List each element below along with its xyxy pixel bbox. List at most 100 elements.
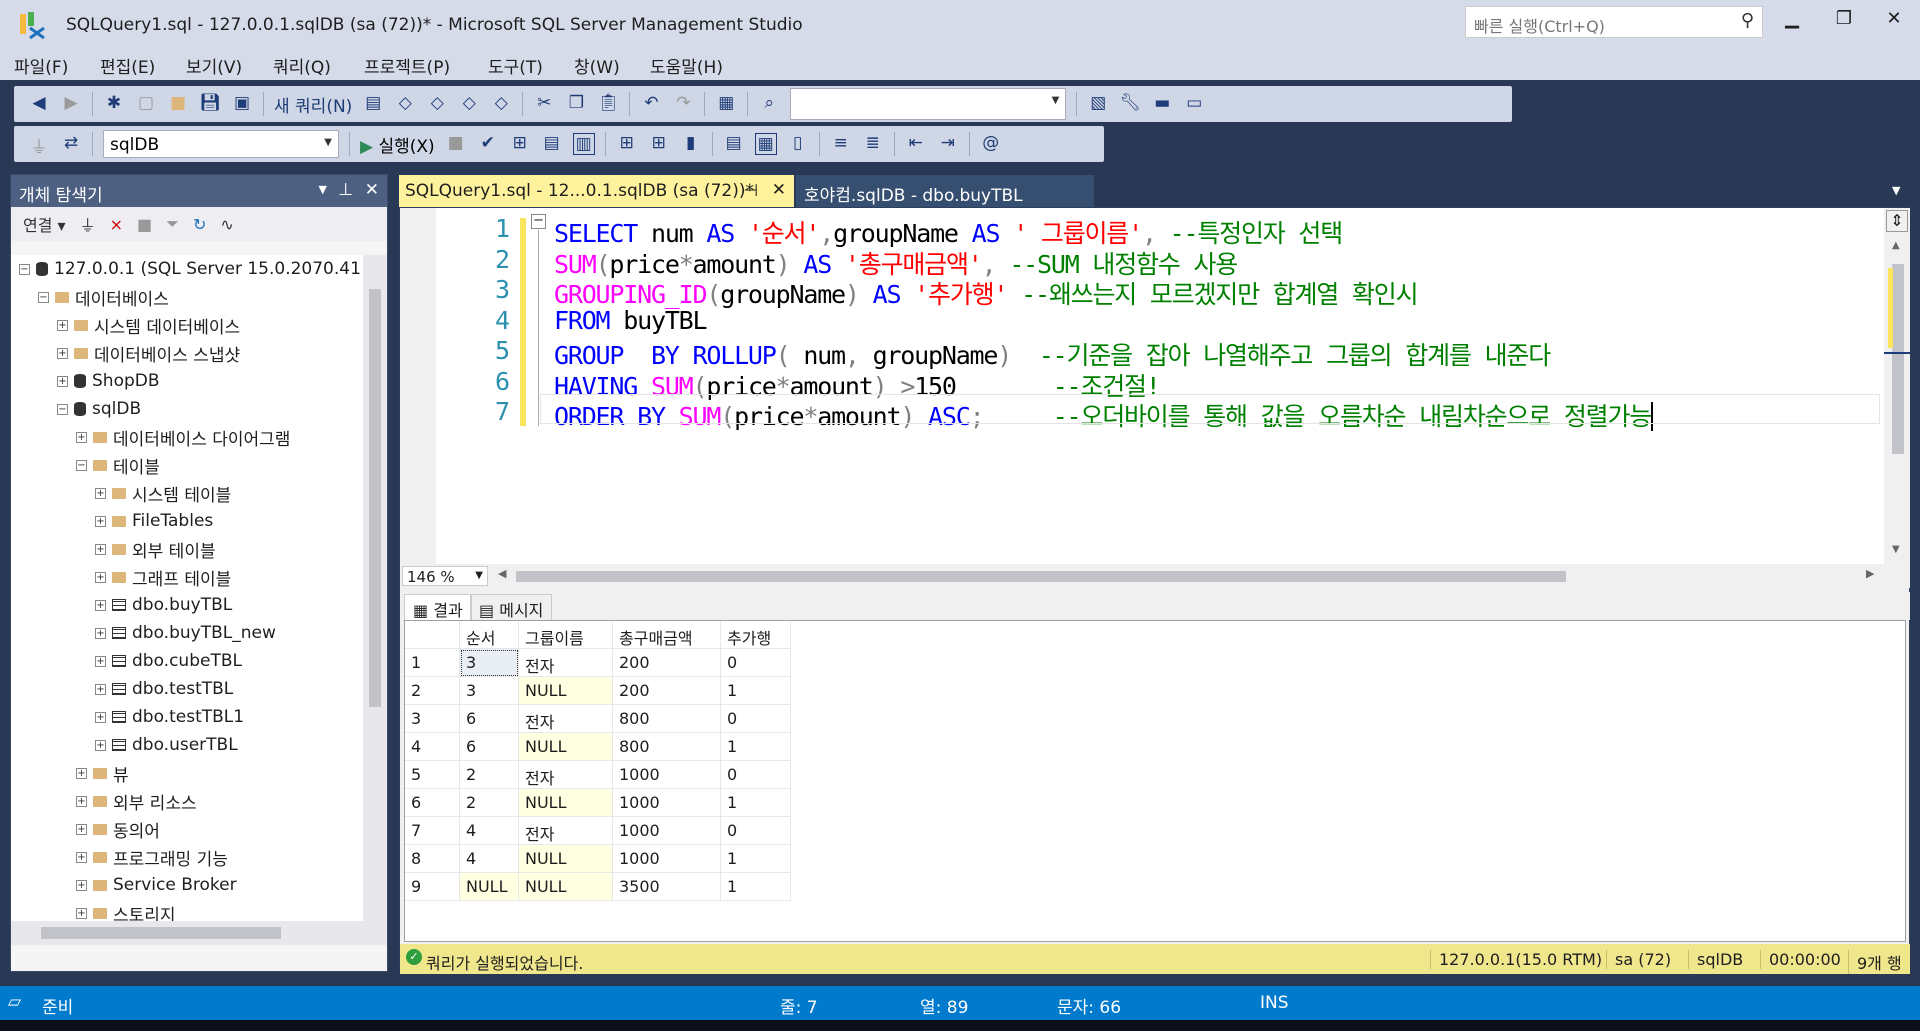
row-header[interactable]: 9 [405, 873, 460, 901]
collapse-icon[interactable]: − [19, 263, 30, 275]
row-header[interactable]: 6 [405, 789, 460, 817]
scroll-right-icon[interactable]: ▶ [1866, 567, 1874, 580]
tree-node[interactable]: + dbo.cubeTBL [95, 647, 242, 675]
expand-icon[interactable]: + [76, 767, 87, 779]
grid-cell[interactable]: 200 [613, 649, 721, 677]
dax-query-icon[interactable]: ◇ [490, 93, 512, 115]
results-to-text-icon[interactable]: ▤ [723, 133, 745, 155]
connect-icon[interactable]: ⏚ [28, 133, 50, 158]
grid-cell[interactable]: 4 [460, 845, 519, 873]
grid-cell[interactable]: NULL [519, 677, 613, 705]
tree-node[interactable]: + dbo.testTBL [95, 675, 233, 703]
tree-node[interactable]: + dbo.testTBL1 [95, 703, 244, 731]
open-file-icon[interactable]: ■ [167, 93, 189, 115]
add-item-icon[interactable]: ▢ [135, 93, 157, 115]
column-header[interactable]: 순서 [460, 621, 519, 649]
grid-cell[interactable]: NULL [460, 873, 519, 901]
grid-cell[interactable]: 800 [613, 733, 721, 761]
grid-cell[interactable]: 1 [721, 845, 791, 873]
column-header[interactable]: 그룹이름 [519, 621, 613, 649]
grid-cell[interactable]: NULL [519, 789, 613, 817]
row-header[interactable]: 4 [405, 733, 460, 761]
display-plan-icon[interactable]: ⊞ [509, 133, 531, 155]
editor-vertical-scrollbar[interactable]: ⇕ ▲ ▼ [1884, 208, 1910, 564]
include-plan-icon[interactable]: ⊞ [616, 133, 638, 155]
comment-icon[interactable]: ≡ [830, 133, 852, 155]
grid-cell[interactable]: 1000 [613, 761, 721, 789]
tree-node[interactable]: + Service Broker [76, 871, 237, 899]
new-project-icon[interactable]: ✱ [103, 93, 125, 115]
increase-indent-icon[interactable]: ⇥ [937, 133, 959, 155]
save-icon[interactable]: 💾︎ [199, 93, 221, 115]
grid-cell[interactable]: NULL [519, 873, 613, 901]
close-tab-icon[interactable]: ✕ [772, 180, 786, 200]
collapse-icon[interactable]: − [38, 291, 49, 303]
tree-horizontal-scrollbar[interactable] [11, 921, 387, 945]
tab-messages[interactable]: ▤ 메시지 [470, 594, 553, 620]
expand-icon[interactable]: + [57, 375, 68, 387]
quick-launch-input[interactable]: 빠른 실행(Ctrl+Q) ⚲ [1465, 6, 1763, 38]
cut-icon[interactable]: ✂ [533, 93, 555, 115]
minimize-button[interactable]: ▁ [1772, 8, 1812, 36]
mdx-query-icon[interactable]: ◇ [394, 93, 416, 115]
menu-item[interactable]: 창(W) [574, 53, 620, 78]
tree-node[interactable]: − sqlDB [57, 395, 141, 423]
expand-icon[interactable]: + [76, 879, 87, 891]
row-header[interactable]: 8 [405, 845, 460, 873]
live-stats-icon[interactable]: ⊞ [648, 133, 670, 155]
tree-node[interactable]: + 외부 테이블 [95, 535, 216, 563]
uncomment-icon[interactable]: ≣ [862, 133, 884, 155]
tree-node[interactable]: + 데이터베이스 스냅샷 [57, 339, 240, 367]
menu-item[interactable]: 도움말(H) [650, 53, 723, 78]
grid-cell[interactable]: NULL [519, 733, 613, 761]
filter-icon[interactable]: ⏷ [166, 214, 179, 234]
grid-cell[interactable]: 전자 [519, 705, 613, 733]
tree-node[interactable]: + dbo.buyTBL [95, 591, 232, 619]
grid-cell[interactable]: 1000 [613, 789, 721, 817]
menu-item[interactable]: 도구(T) [488, 53, 543, 78]
command-window-icon[interactable]: ▭ [1183, 93, 1205, 115]
stop-icon[interactable]: ■ [445, 133, 467, 155]
expand-icon[interactable]: + [95, 599, 106, 611]
client-stats-icon[interactable]: ▮ [680, 133, 702, 155]
menu-item[interactable]: 보기(V) [186, 53, 242, 78]
save-all-icon[interactable]: ▣ [231, 93, 253, 115]
grid-cell[interactable]: 전자 [519, 761, 613, 789]
undo-icon[interactable]: ↶ [640, 93, 662, 115]
activity-icon[interactable]: ∿ [220, 215, 233, 234]
new-query-button[interactable]: 새 쿼리(N) [274, 92, 352, 117]
grid-cell[interactable]: 6 [460, 705, 519, 733]
specify-values-icon[interactable]: @ [980, 133, 1002, 155]
grid-cell[interactable]: 0 [721, 817, 791, 845]
grid-cell[interactable]: 2 [460, 761, 519, 789]
tree-node[interactable]: + 동의어 [76, 815, 160, 843]
copy-icon[interactable]: ❐ [565, 93, 587, 115]
tree-node[interactable]: + 뷰 [76, 759, 129, 787]
code-editor[interactable]: − 1 SELECT num AS '순서',groupName AS ' 그룹이… [400, 208, 1884, 564]
change-connection-icon[interactable]: ⇄ [60, 133, 82, 155]
tree-node[interactable]: − 테이블 [76, 451, 160, 479]
restore-button[interactable]: ❐ [1824, 8, 1864, 36]
results-grid[interactable]: 순서 그룹이름 총구매금액 추가행 1 3 전자 200 0 2 3 NULL 200 1 3 6 전자 800 0… [404, 620, 1906, 942]
results-to-grid-icon[interactable]: ▥ [572, 133, 595, 155]
db-engine-query-icon[interactable]: ▤ [362, 93, 384, 115]
row-header[interactable]: 2 [405, 677, 460, 705]
expand-icon[interactable]: + [95, 739, 106, 751]
tree-node[interactable]: − 데이터베이스 [38, 283, 169, 311]
menu-item[interactable]: 편집(E) [100, 53, 155, 78]
grid-cell[interactable]: 1 [721, 789, 791, 817]
tree-node[interactable]: + 외부 리소스 [76, 787, 197, 815]
tree-node[interactable]: + 그래프 테이블 [95, 563, 231, 591]
row-header[interactable]: 5 [405, 761, 460, 789]
refresh-icon[interactable]: ↻ [193, 215, 206, 234]
expand-icon[interactable]: + [76, 823, 87, 835]
close-icon[interactable]: ✕ [365, 180, 379, 200]
query-options-icon[interactable]: ▤ [541, 133, 563, 155]
grid-cell[interactable]: 0 [721, 761, 791, 789]
expand-icon[interactable]: + [95, 571, 106, 583]
collapse-icon[interactable]: − [531, 214, 546, 229]
scroll-left-icon[interactable]: ◀ [498, 567, 506, 580]
tree-node[interactable]: − 127.0.0.1 (SQL Server 15.0.2070.41 - ..… [19, 255, 363, 283]
find-icon[interactable]: ⌕ [758, 93, 780, 115]
tab-results[interactable]: ▦ 결과 [404, 594, 472, 620]
